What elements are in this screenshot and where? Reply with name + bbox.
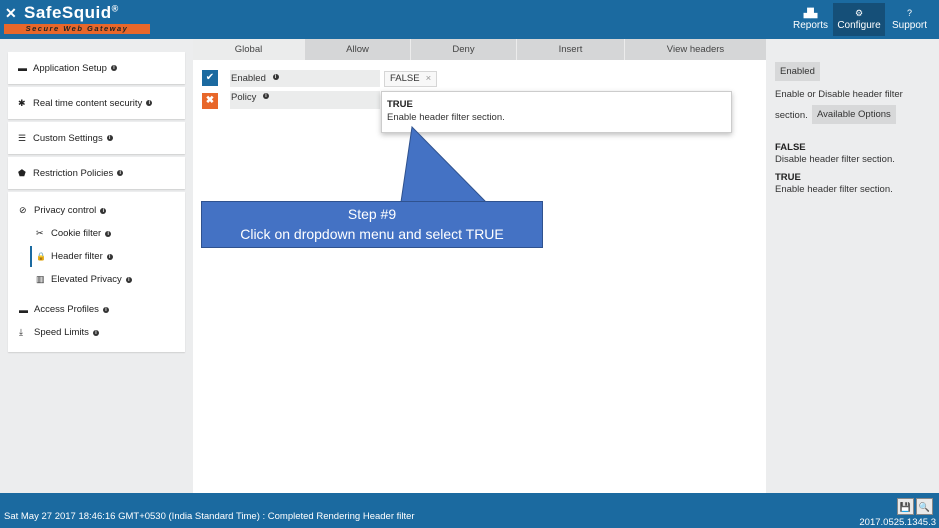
option-false-desc: Disable header filter section.: [775, 154, 895, 165]
enabled-info-button[interactable]: Enabled: [775, 62, 820, 81]
enabled-checkbox[interactable]: ✔: [202, 70, 218, 86]
status-text: Sat May 27 2017 18:46:16 GMT+0530 (India…: [4, 511, 415, 522]
sidebar-item-label: Application Setup: [33, 62, 107, 74]
dropdown-option-true[interactable]: TRUE Enable header filter section.: [381, 91, 732, 133]
sidebar-item-speed-limits[interactable]: ⤓ Speed Limits i: [8, 321, 185, 344]
dropdown-option-title: TRUE: [387, 99, 413, 110]
info-icon[interactable]: i: [272, 74, 279, 80]
callout-step: Step #9: [347, 206, 397, 222]
reports-icon: ▟▙: [803, 8, 818, 18]
policy-label: Policy: [231, 92, 257, 103]
dropdown-option-desc: Enable header filter section.: [387, 112, 505, 123]
configure-icon: ⚙: [854, 8, 864, 18]
info-icon[interactable]: i: [100, 207, 107, 214]
callout-instruction: Click on dropdown menu and select TRUE: [240, 226, 504, 242]
info-icon[interactable]: i: [125, 276, 132, 283]
search-icon[interactable]: 🔍: [916, 498, 933, 515]
sidebar-item-restriction-policies[interactable]: ⬟ Restriction Policies i: [8, 157, 185, 189]
sidebar-item-access-profiles[interactable]: ▬ Access Profiles i: [8, 298, 185, 321]
nav-configure-label: Configure: [837, 20, 881, 31]
sidebar-item-label: Privacy control: [34, 205, 97, 216]
enabled-select-value: FALSE: [390, 73, 420, 84]
info-icon[interactable]: i: [146, 100, 153, 106]
step-callout: Step #9 Click on dropdown menu and selec…: [201, 201, 543, 248]
status-bar: 💾 🔍 Sat May 27 2017 18:46:16 GMT+0530 (I…: [0, 493, 939, 528]
sidebar-item-application-setup[interactable]: ▬ Application Setup i: [8, 52, 185, 84]
nav-support-label: Support: [891, 20, 928, 31]
info-icon[interactable]: i: [106, 135, 113, 141]
sidebar-item-cookie-filter[interactable]: ✂ Cookie filter i: [8, 222, 185, 245]
tab-insert[interactable]: Insert: [517, 39, 625, 60]
sidebar-item-label: Restriction Policies: [33, 167, 114, 179]
policy-field-label: Policy i: [230, 91, 380, 109]
version-label: 2017.0525.1345.3: [859, 517, 936, 528]
info-icon[interactable]: i: [102, 306, 109, 313]
sidebar-item-privacy-control[interactable]: ⊘ Privacy control i: [8, 199, 185, 222]
logo-name: SafeSquid®: [24, 3, 119, 22]
sidebar-item-label: Header filter: [51, 251, 103, 262]
info-icon[interactable]: i: [106, 253, 113, 260]
enabled-select[interactable]: FALSE ×: [384, 71, 438, 87]
info-icon[interactable]: i: [117, 170, 124, 176]
briefcase-icon: ▬: [19, 304, 28, 315]
option-false-title: FALSE: [775, 142, 806, 153]
logo-mark-icon: ✕: [5, 5, 17, 21]
sidebar-item-label: Custom Settings: [33, 132, 103, 144]
clear-icon[interactable]: ×: [426, 73, 432, 84]
shield-icon: ⬟: [18, 167, 26, 178]
available-options-button[interactable]: Available Options: [812, 105, 896, 124]
field-description-cont: section.: [775, 110, 808, 121]
tab-allow[interactable]: Allow: [305, 39, 411, 60]
sidebar-item-label: Elevated Privacy: [51, 274, 122, 285]
barcode-icon: ▥: [36, 274, 45, 284]
info-icon[interactable]: i: [92, 329, 99, 336]
safesquid-logo[interactable]: ✕ SafeSquid® Secure Web Gateway: [4, 3, 150, 37]
help-icon: ?: [906, 8, 912, 18]
logo-tagline: Secure Web Gateway: [4, 24, 150, 34]
tab-global[interactable]: Global: [193, 39, 305, 60]
scissors-icon: ✂: [36, 228, 44, 238]
info-icon[interactable]: i: [105, 230, 112, 237]
info-icon[interactable]: i: [262, 93, 269, 99]
tab-view-headers[interactable]: View headers: [625, 39, 766, 60]
nav-support[interactable]: ? Support: [885, 3, 934, 36]
privacy-control-group: ⊘ Privacy control i ✂ Cookie filter i 🔒 …: [8, 192, 185, 352]
info-icon[interactable]: i: [110, 65, 117, 71]
sidebar-item-label: Speed Limits: [34, 327, 89, 338]
sidebar-item-header-filter[interactable]: 🔒 Header filter i: [8, 245, 185, 268]
sidebar-item-label: Cookie filter: [51, 228, 102, 239]
option-true-desc: Enable header filter section.: [775, 184, 893, 195]
nav-reports[interactable]: ▟▙ Reports: [788, 3, 833, 36]
enabled-label: Enabled: [231, 73, 266, 84]
right-info-panel: Enabled Enable or Disable header filter …: [766, 39, 939, 493]
top-nav: ▟▙ Reports ⚙ Configure ? Support: [788, 3, 939, 36]
nav-reports-label: Reports: [793, 20, 829, 31]
sidebar-item-label: Real time content security: [33, 97, 143, 109]
option-true-title: TRUE: [775, 172, 801, 183]
save-icon[interactable]: 💾: [897, 498, 914, 515]
sliders-icon: ☰: [18, 132, 27, 143]
policy-checkbox[interactable]: ✖: [202, 93, 218, 109]
tab-bar: Global Allow Deny Insert View headers: [193, 39, 766, 60]
briefcase-icon: ▬: [18, 63, 27, 73]
sidebar-item-custom-settings[interactable]: ☰ Custom Settings i: [8, 122, 185, 154]
tab-deny[interactable]: Deny: [411, 39, 517, 60]
sidebar-item-label: Access Profiles: [34, 304, 99, 315]
ban-icon: ⊘: [19, 205, 27, 215]
sidebar: ▬ Application Setup i ✱ Real time conten…: [8, 52, 185, 352]
lock-icon: 🔒: [36, 252, 46, 261]
sidebar-item-elevated-privacy[interactable]: ▥ Elevated Privacy i: [8, 268, 185, 291]
enabled-field-label: Enabled i: [230, 70, 380, 87]
top-bar: ✕ SafeSquid® Secure Web Gateway ▟▙ Repor…: [0, 0, 939, 39]
download-icon: ⤓: [19, 327, 23, 337]
bug-icon: ✱: [18, 97, 26, 108]
field-description: Enable or Disable header filter: [775, 89, 903, 100]
nav-configure[interactable]: ⚙ Configure: [833, 3, 885, 36]
main-panel: Global Allow Deny Insert View headers ✔ …: [193, 39, 766, 493]
sidebar-item-realtime-content-security[interactable]: ✱ Real time content security i: [8, 87, 185, 119]
